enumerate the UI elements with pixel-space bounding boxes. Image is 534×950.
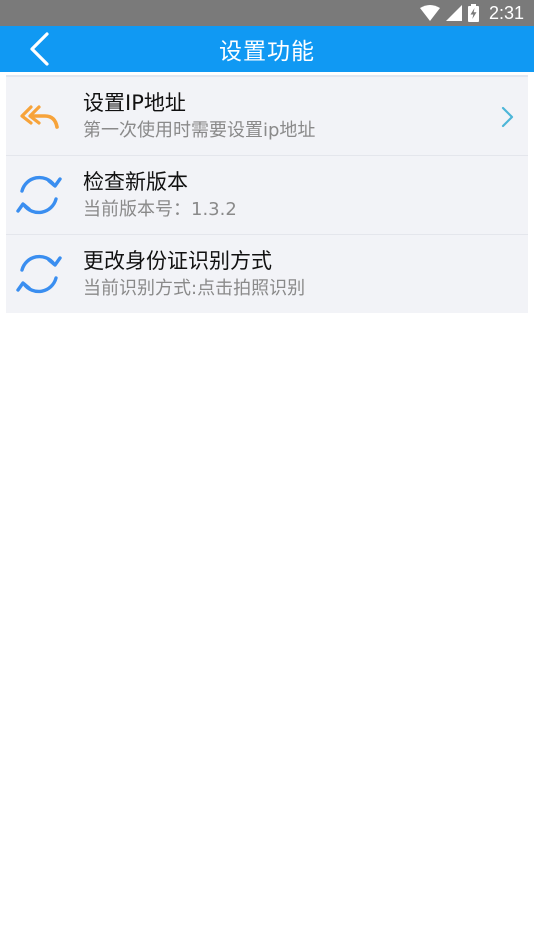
settings-item-set-ip[interactable]: 设置IP地址 第一次使用时需要设置ip地址 [6,77,528,156]
settings-item-subtitle: 当前识别方式:点击拍照识别 [83,278,306,299]
wifi-icon [419,5,440,21]
chevron-right-icon [501,106,514,128]
battery-charging-icon [467,4,479,22]
app-bar: 设置功能 [0,26,534,72]
settings-list: 设置IP地址 第一次使用时需要设置ip地址 检查新版本 当前版本号：1.3.2 [6,75,528,313]
settings-item-subtitle: 第一次使用时需要设置ip地址 [83,120,316,141]
settings-item-title: 检查新版本 [83,170,188,194]
settings-item-text: 更改身份证识别方式 当前识别方式:点击拍照识别 [83,247,305,302]
settings-item-text: 设置IP地址 第一次使用时需要设置ip地址 [83,89,315,144]
settings-item-title: 更改身份证识别方式 [83,249,272,273]
settings-item-title: 设置IP地址 [83,91,186,115]
settings-item-subtitle: 当前版本号：1.3.2 [83,199,237,220]
status-time: 2:31 [488,2,524,23]
back-button[interactable] [22,31,58,67]
settings-item-change-id-recognition[interactable]: 更改身份证识别方式 当前识别方式:点击拍照识别 [6,235,528,313]
chevron-left-icon [30,32,49,66]
settings-item-check-version[interactable]: 检查新版本 当前版本号：1.3.2 [6,156,528,235]
status-bar: 2:31 [0,0,534,26]
page-title: 设置功能 [219,39,315,65]
refresh-icon [10,166,68,224]
signal-icon [445,5,462,21]
refresh-icon [10,245,68,303]
settings-item-text: 检查新版本 当前版本号：1.3.2 [83,168,237,223]
reply-all-icon [10,87,68,145]
